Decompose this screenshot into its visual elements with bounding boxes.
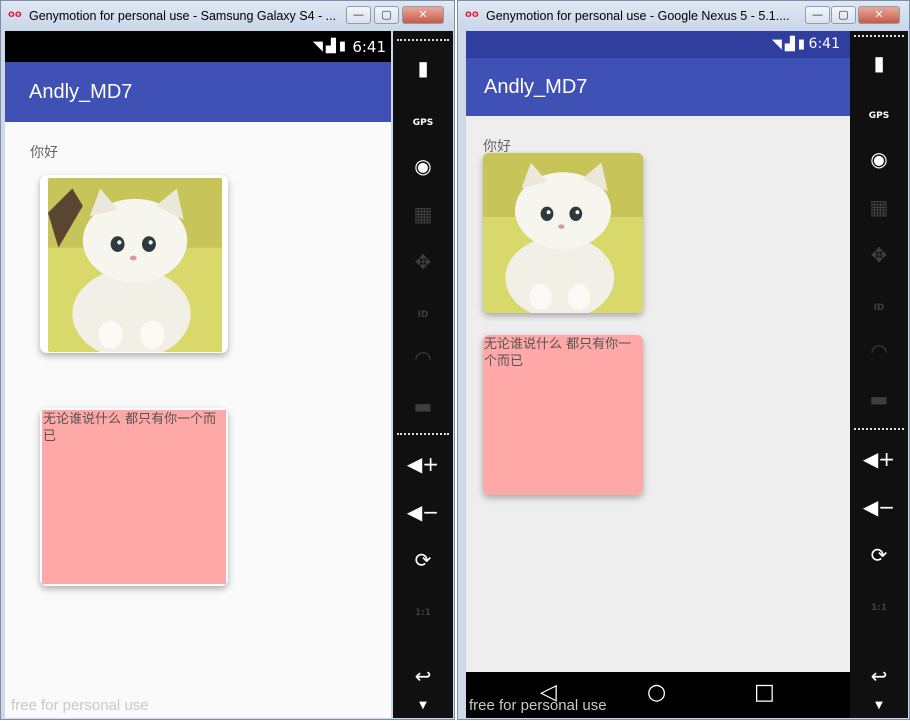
close-button[interactable]: ✕ (402, 6, 444, 24)
device-screen[interactable]: ◥▟▮ 6:41 Andly_MD7 你好 (466, 31, 850, 718)
battery-status-icon: ▮ (338, 39, 349, 54)
pixel-perfect-icon: 1:1 (414, 608, 432, 618)
wifi-icon: ◥ (771, 37, 785, 52)
volume-up-icon[interactable]: ◀+ (393, 449, 453, 479)
emulator-sidebar: ▮ GPS ◉ ▦ ✥ ID ◠ ▬ ◀+ ◀− ⟳ 1:1 ↩ ▼ (850, 31, 908, 718)
image-card[interactable] (40, 175, 228, 353)
minimize-button[interactable]: — (346, 6, 371, 24)
status-time: 6:41 (808, 36, 840, 52)
rss-icon: ◠ (870, 339, 888, 363)
signal-icon: ▟ (784, 37, 798, 52)
video-clapper-icon: ▦ (413, 202, 433, 226)
id-icon: ID (417, 310, 429, 320)
gps-icon[interactable]: GPS (850, 96, 908, 126)
back-icon[interactable]: ↩ (850, 661, 908, 691)
text-card[interactable]: 无论谁说什么 都只有你一个而已 (40, 408, 228, 586)
watermark-text: free for personal use (11, 697, 149, 714)
battery-status-icon: ▮ (797, 37, 808, 52)
status-icons: ◥▟▮ (313, 39, 349, 54)
app-toolbar: Andly_MD7 (5, 62, 391, 122)
volume-up-icon[interactable]: ◀+ (850, 444, 908, 474)
status-bar: ◥▟▮ 6:41 (5, 31, 391, 62)
close-button[interactable]: ✕ (858, 6, 900, 24)
window-titlebar[interactable]: oo Genymotion for personal use - Samsung… (1, 1, 454, 31)
app-content: 你好 (5, 122, 391, 718)
app-title: Andly_MD7 (29, 81, 133, 103)
id-icon: ID (873, 303, 885, 313)
webcam-icon[interactable]: ◉ (850, 144, 908, 174)
window-title: Genymotion for personal use - Samsung Ga… (29, 9, 337, 23)
more-icon[interactable]: ▼ (850, 691, 908, 721)
wifi-icon: ◥ (312, 39, 326, 54)
android-nav-bar: ◁ ○ □ free for personal use (466, 672, 850, 718)
text-card[interactable]: 无论谁说什么 都只有你一个而已 (483, 335, 643, 495)
sidebar-divider (854, 35, 904, 37)
emulator-window-nexus-5: oo Genymotion for personal use - Google … (457, 0, 910, 720)
rotate-icon[interactable]: ⟳ (393, 545, 453, 575)
app-toolbar: Andly_MD7 (466, 58, 850, 116)
window-titlebar[interactable]: oo Genymotion for personal use - Google … (458, 1, 909, 31)
pixel-perfect-icon: 1:1 (870, 603, 888, 613)
sms-icon: ▬ (869, 387, 889, 411)
navigation-pad-icon: ✥ (414, 250, 432, 274)
nav-recents-icon[interactable]: □ (754, 682, 775, 704)
minimize-button[interactable]: — (805, 6, 830, 24)
volume-down-icon[interactable]: ◀− (393, 497, 453, 527)
greeting-text: 你好 (30, 145, 58, 161)
device-screen[interactable]: ◥▟▮ 6:41 Andly_MD7 你好 (5, 31, 391, 718)
maximize-button[interactable]: ▢ (831, 6, 856, 24)
rss-icon: ◠ (414, 346, 432, 370)
genymotion-logo-icon: oo (465, 9, 479, 20)
window-title: Genymotion for personal use - Google Nex… (486, 9, 790, 23)
maximize-button[interactable]: ▢ (374, 6, 399, 24)
emulator-sidebar: ▮ GPS ◉ ▦ ✥ ID ◠ ▬ ◀+ ◀− ⟳ 1:1 ↩ ▼ (393, 31, 453, 718)
emulator-window-galaxy-s4: oo Genymotion for personal use - Samsung… (0, 0, 455, 720)
battery-icon[interactable]: ▮ (393, 53, 453, 83)
nav-home-icon[interactable]: ○ (647, 682, 666, 704)
kitten-image (48, 178, 222, 352)
genymotion-logo-icon: oo (8, 9, 22, 20)
watermark-text: free for personal use (469, 697, 607, 714)
back-icon[interactable]: ↩ (393, 661, 453, 691)
status-icons: ◥▟▮ (772, 37, 808, 52)
navigation-pad-icon: ✥ (870, 243, 888, 267)
sms-icon: ▬ (413, 394, 433, 418)
status-bar: ◥▟▮ 6:41 (466, 31, 850, 58)
app-content: 你好 (466, 116, 850, 672)
signal-icon: ▟ (325, 39, 339, 54)
video-clapper-icon: ▦ (869, 195, 889, 219)
more-icon[interactable]: ▼ (393, 691, 453, 721)
sidebar-divider (854, 428, 904, 430)
sidebar-divider (397, 433, 449, 435)
kitten-image (483, 153, 643, 313)
app-title: Andly_MD7 (484, 76, 588, 98)
status-time: 6:41 (352, 38, 386, 56)
gps-icon[interactable]: GPS (393, 103, 453, 133)
card-text: 无论谁说什么 都只有你一个而已 (483, 335, 643, 495)
card-text: 无论谁说什么 都只有你一个而已 (42, 410, 226, 584)
image-card[interactable] (483, 153, 643, 313)
volume-down-icon[interactable]: ◀− (850, 492, 908, 522)
rotate-icon[interactable]: ⟳ (850, 540, 908, 570)
webcam-icon[interactable]: ◉ (393, 151, 453, 181)
battery-icon[interactable]: ▮ (850, 48, 908, 78)
sidebar-divider (397, 39, 449, 41)
